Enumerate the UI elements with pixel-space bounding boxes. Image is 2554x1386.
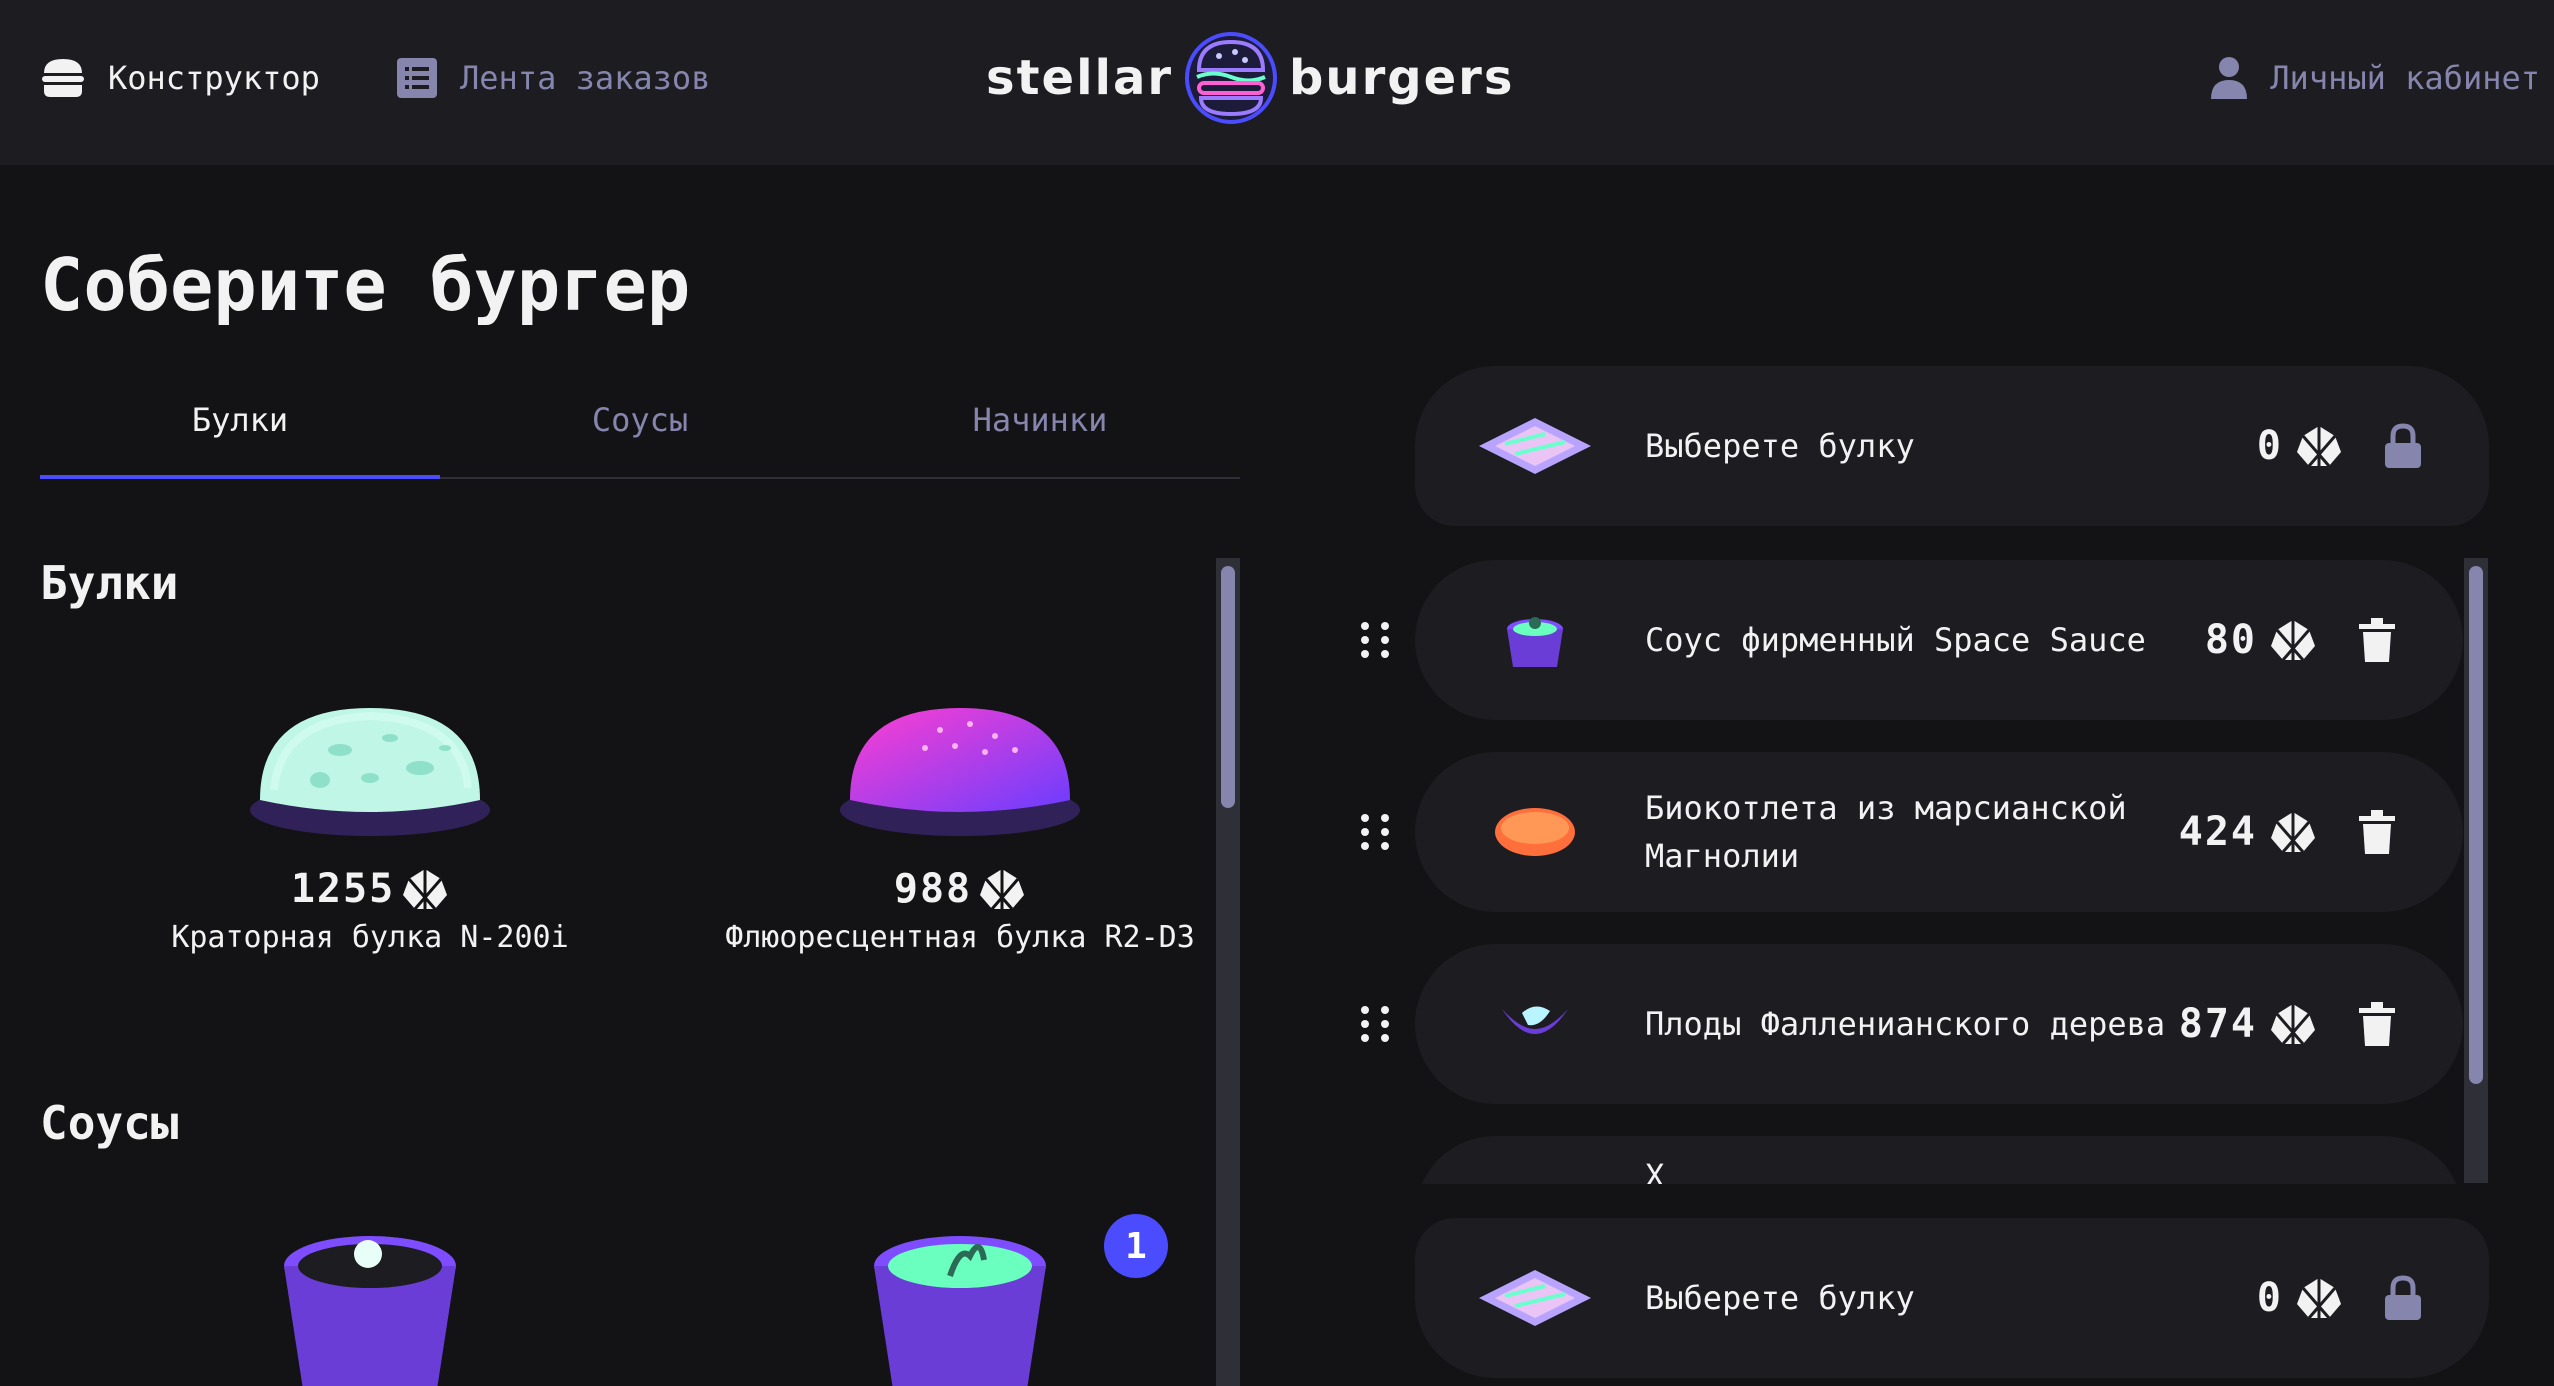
constructor-item-price: 80 bbox=[2205, 617, 2317, 663]
ingredient-tabs: Булки Соусы Начинки bbox=[40, 385, 1240, 479]
constructor-filling-item[interactable]: Соус фирменный Space Sauce 80 bbox=[1415, 560, 2463, 720]
filling-thumbnail bbox=[1475, 600, 1595, 680]
ingredient-card[interactable]: 1255 Краторная булка N-200i bbox=[90, 690, 650, 955]
currency-icon bbox=[403, 869, 448, 910]
ingredient-counter-badge: 1 bbox=[1104, 1214, 1168, 1278]
filling-thumbnail bbox=[1475, 1176, 1595, 1184]
lock-icon bbox=[2379, 422, 2427, 470]
ingredient-card[interactable] bbox=[90, 1226, 650, 1386]
nav-personal-account[interactable]: Личный кабинет bbox=[2210, 50, 2540, 106]
constructor-item-name: Плоды Фалленианского дерева bbox=[1645, 1005, 2166, 1043]
nav-order-feed-label: Лента заказов bbox=[460, 59, 711, 97]
trash-icon[interactable] bbox=[2353, 1000, 2401, 1048]
profile-icon bbox=[2210, 55, 2248, 101]
logo-text-right: burgers bbox=[1289, 50, 1515, 106]
app-header: Конструктор Лента заказов stellar burger… bbox=[0, 0, 2554, 165]
trash-icon[interactable] bbox=[2353, 616, 2401, 664]
constructor-item-price: 874 bbox=[2179, 1001, 2317, 1047]
constructor-item-name: Х bbox=[1645, 1157, 1665, 1184]
tab-sauces[interactable]: Соусы bbox=[440, 385, 840, 477]
ingredient-price: 988 bbox=[680, 866, 1240, 912]
section-title-buns: Булки bbox=[40, 556, 179, 610]
nav-constructor-label: Конструктор bbox=[108, 59, 320, 97]
drag-icon[interactable] bbox=[1358, 808, 1394, 856]
constructor-filling-item-clipped: Х bbox=[1360, 1120, 2460, 1184]
constructor-item-name: Биокотлета из марсианской Магнолии bbox=[1645, 789, 2127, 875]
drag-icon[interactable] bbox=[1358, 1000, 1394, 1048]
constructor-filling-item[interactable]: Плоды Фалленианского дерева 874 bbox=[1415, 944, 2463, 1104]
currency-icon bbox=[980, 869, 1025, 910]
logo-burger-icon bbox=[1185, 32, 1278, 124]
drag-icon[interactable] bbox=[1358, 616, 1394, 664]
constructor-item-price: 0 bbox=[2257, 1275, 2343, 1321]
ingredient-name: Краторная булка N-200i bbox=[171, 920, 569, 955]
list-icon bbox=[396, 57, 438, 99]
space-sauce-image bbox=[284, 1236, 456, 1386]
stellar-burgers-logo[interactable]: stellar burgers bbox=[986, 28, 1570, 128]
constructor-item-name: Выберете булку bbox=[1645, 427, 1915, 465]
nav-personal-account-label: Личный кабинет bbox=[2270, 59, 2540, 97]
ingredient-name: Флюоресцентная булка R2-D3 bbox=[725, 920, 1195, 955]
ingredients-list: Булки 1255 Краторная булка N-200i 988 Фл… bbox=[40, 540, 1240, 1386]
currency-icon bbox=[2297, 426, 2341, 467]
currency-icon bbox=[2297, 1278, 2341, 1319]
constructor-item-name: Соус фирменный Space Sauce bbox=[1645, 621, 2146, 659]
constructor-bottom-bun: Выберете булку 0 bbox=[1415, 1218, 2489, 1378]
constructor-filling-item[interactable]: Х bbox=[1415, 1136, 2460, 1184]
tab-fillings[interactable]: Начинки bbox=[840, 385, 1240, 477]
lock-icon bbox=[2379, 1274, 2427, 1322]
currency-icon bbox=[2271, 1004, 2315, 1045]
ingredient-card[interactable]: 988 Флюоресцентная булка R2-D3 bbox=[680, 690, 1240, 955]
filling-thumbnail bbox=[1475, 792, 1595, 872]
nav-constructor[interactable]: Конструктор bbox=[40, 50, 320, 106]
ingredient-price: 1255 bbox=[90, 866, 650, 912]
constructor-top-bun: Выберете булку 0 bbox=[1415, 366, 2489, 526]
constructor-item-price: 424 bbox=[2179, 809, 2317, 855]
ingredients-scrollbar-thumb[interactable] bbox=[1221, 566, 1235, 808]
logo-text-left: stellar bbox=[986, 50, 1174, 106]
constructor-item-name: Выберете булку bbox=[1645, 1279, 1915, 1317]
currency-icon bbox=[2271, 812, 2315, 853]
green-sauce-image bbox=[874, 1236, 1046, 1386]
crater-bun-image bbox=[250, 708, 490, 836]
nav-order-feed[interactable]: Лента заказов bbox=[396, 50, 710, 106]
tab-buns[interactable]: Булки bbox=[40, 385, 440, 479]
section-title-sauces: Соусы bbox=[40, 1096, 179, 1150]
fluorescent-bun-image bbox=[840, 708, 1080, 836]
page-title: Соберите бургер bbox=[40, 243, 691, 327]
currency-icon bbox=[2271, 620, 2315, 661]
filling-thumbnail bbox=[1475, 984, 1595, 1064]
bun-thumbnail bbox=[1475, 1258, 1595, 1338]
constructor-filling-item[interactable]: Биокотлета из марсианской Магнолии 424 bbox=[1415, 752, 2463, 912]
constructor-scrollbar-thumb[interactable] bbox=[2469, 566, 2483, 1084]
constructor-item-price: 0 bbox=[2257, 423, 2343, 469]
bun-thumbnail bbox=[1475, 406, 1595, 486]
burger-icon bbox=[40, 57, 86, 99]
trash-icon[interactable] bbox=[2353, 808, 2401, 856]
